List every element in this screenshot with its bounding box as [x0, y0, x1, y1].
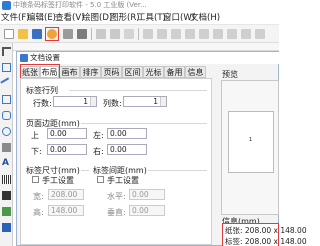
tab-range[interactable]: 区间	[122, 66, 143, 78]
vertical-spacing-field[interactable]: 0.00	[129, 205, 165, 216]
tab-backup[interactable]: 备用	[164, 66, 185, 78]
line-icon[interactable]	[0, 77, 13, 90]
margin-left-label: 左:	[93, 131, 104, 140]
menu-file[interactable]: 文件(F)	[1, 12, 30, 24]
menu-document[interactable]: 文档(H)	[190, 12, 220, 24]
tab-info[interactable]: 信息	[185, 66, 206, 78]
dialog-icon	[20, 54, 28, 62]
barcode-icon[interactable]	[2, 175, 11, 184]
label-size-manual-label: 手工设置	[42, 176, 74, 185]
preview-box: 1	[221, 80, 279, 215]
info-label-size: 标签: 208.00 x 148.00	[225, 237, 307, 246]
toolbar-separator	[91, 28, 92, 40]
margin-bottom-label: 下:	[31, 147, 42, 156]
label-size-manual-checkbox[interactable]	[32, 176, 39, 183]
rows-cols-group-label: 标签行列	[26, 86, 58, 95]
document-settings-icon[interactable]	[45, 27, 59, 41]
rounded-rectangle-icon[interactable]	[2, 111, 11, 120]
menu-view[interactable]: 查看(V)	[55, 12, 84, 24]
horizontal-spacing-field[interactable]: 0.00	[129, 189, 165, 200]
select-icon[interactable]	[2, 63, 11, 72]
title-bar: 中琅条码标签打印软件 - 5.0 工业版 (Ver...	[0, 0, 279, 11]
label-spacing-manual-label: 手工设置	[107, 176, 139, 185]
undo-icon[interactable]	[94, 27, 108, 41]
redo-icon[interactable]	[108, 27, 122, 41]
group-divider	[81, 123, 207, 124]
cols-spin-icon[interactable]	[160, 97, 166, 106]
distribute-icon[interactable]	[253, 27, 267, 41]
lock-icon[interactable]	[211, 27, 225, 41]
triangle-icon[interactable]	[2, 143, 11, 152]
pointer-icon[interactable]	[2, 47, 11, 56]
group-icon[interactable]	[225, 27, 239, 41]
margin-left-field[interactable]: 0.00	[107, 128, 147, 139]
ungroup-icon[interactable]	[239, 27, 253, 41]
print-preview-icon[interactable]	[61, 27, 75, 41]
cols-stepper[interactable]: 1	[123, 96, 167, 107]
app-logo-icon	[2, 1, 11, 10]
preview-page-number: 1	[249, 137, 253, 143]
margin-top-label: 上	[31, 131, 39, 140]
tab-cursor[interactable]: 光标	[143, 66, 164, 78]
layer-icon[interactable]	[197, 27, 211, 41]
open-folder-icon[interactable]	[16, 27, 30, 41]
label-height-label: 高:	[33, 208, 44, 217]
margin-bottom-field[interactable]: 0.00	[47, 144, 87, 155]
label-width-field[interactable]: 208.00	[48, 189, 84, 200]
group-divider	[69, 90, 207, 91]
cols-value: 1	[153, 97, 158, 106]
app-title: 中琅条码标签打印软件 - 5.0 工业版 (Ver...	[13, 1, 147, 9]
save-icon[interactable]	[30, 27, 44, 41]
margin-top-field[interactable]: 0.00	[47, 128, 87, 139]
image-icon[interactable]	[2, 207, 11, 216]
group-divider	[81, 170, 89, 171]
rows-spin-icon[interactable]	[90, 97, 96, 106]
label-height-field[interactable]: 148.00	[48, 205, 84, 216]
label-width-label: 宽:	[33, 192, 44, 201]
menu-edit[interactable]: 编辑(E)	[27, 12, 56, 24]
rows-stepper[interactable]: 1	[53, 96, 97, 107]
margin-right-label: 右:	[93, 147, 104, 156]
tab-page-number[interactable]: 页码	[101, 66, 122, 78]
group-divider	[148, 170, 207, 171]
dialog-title: 文档设置	[30, 53, 60, 62]
margin-right-field[interactable]: 0.00	[107, 144, 147, 155]
rows-label: 行数:	[33, 99, 52, 108]
info-box: 纸张: 208.00 x 148.00 标签: 208.00 x 148.00	[222, 223, 307, 246]
layout-panel: 标签行列 行数: 1 列数: 1 页面边距(mm) 上 0.00 左: 0.00…	[20, 78, 212, 245]
vertical-spacing-label: 垂直:	[107, 208, 126, 217]
tab-highlight-frame	[20, 64, 60, 79]
info-paper-size: 纸张: 208.00 x 148.00	[225, 226, 307, 235]
table-icon[interactable]	[2, 223, 11, 232]
ellipse-icon[interactable]	[2, 127, 11, 136]
new-file-icon[interactable]	[2, 27, 16, 41]
zoom-out-icon[interactable]	[169, 27, 183, 41]
tab-canvas[interactable]: 画布	[59, 66, 80, 78]
zoom-in-icon[interactable]	[155, 27, 169, 41]
cols-label: 列数:	[103, 99, 122, 108]
dialog-title-bar: 文档设置	[17, 52, 279, 64]
menu-bar: 文件(F) 编辑(E) 查看(V) 绘图(D) 图形(R) 工具(T) 窗口(W…	[0, 11, 279, 25]
horizontal-ruler	[13, 43, 279, 51]
horizontal-spacing-label: 水平:	[107, 192, 126, 201]
align-icon[interactable]	[141, 27, 155, 41]
menu-shape[interactable]: 图形(R)	[110, 12, 140, 24]
toolbar-separator	[138, 28, 139, 40]
tab-sort[interactable]: 排序	[80, 66, 101, 78]
cut-icon[interactable]	[122, 27, 136, 41]
rows-value: 1	[83, 97, 88, 106]
menu-draw[interactable]: 绘图(D)	[82, 12, 112, 24]
preview-paper: 1	[228, 111, 274, 173]
document-settings-dialog: 文档设置 纸张 布局 画布 排序 页码 区间 光标 备用 信息 标签行列 行数:…	[16, 51, 307, 246]
drawing-toolbar: A	[0, 43, 13, 246]
preview-label: 预览	[222, 70, 238, 79]
rotate-icon[interactable]	[183, 27, 197, 41]
menu-tools[interactable]: 工具(T)	[137, 12, 166, 24]
print-icon[interactable]	[75, 27, 89, 41]
toolbar	[0, 25, 279, 43]
label-spacing-manual-checkbox[interactable]	[97, 176, 104, 183]
qrcode-icon[interactable]	[2, 191, 11, 200]
rectangle-icon[interactable]	[2, 95, 11, 104]
text-icon[interactable]: A	[2, 159, 11, 168]
